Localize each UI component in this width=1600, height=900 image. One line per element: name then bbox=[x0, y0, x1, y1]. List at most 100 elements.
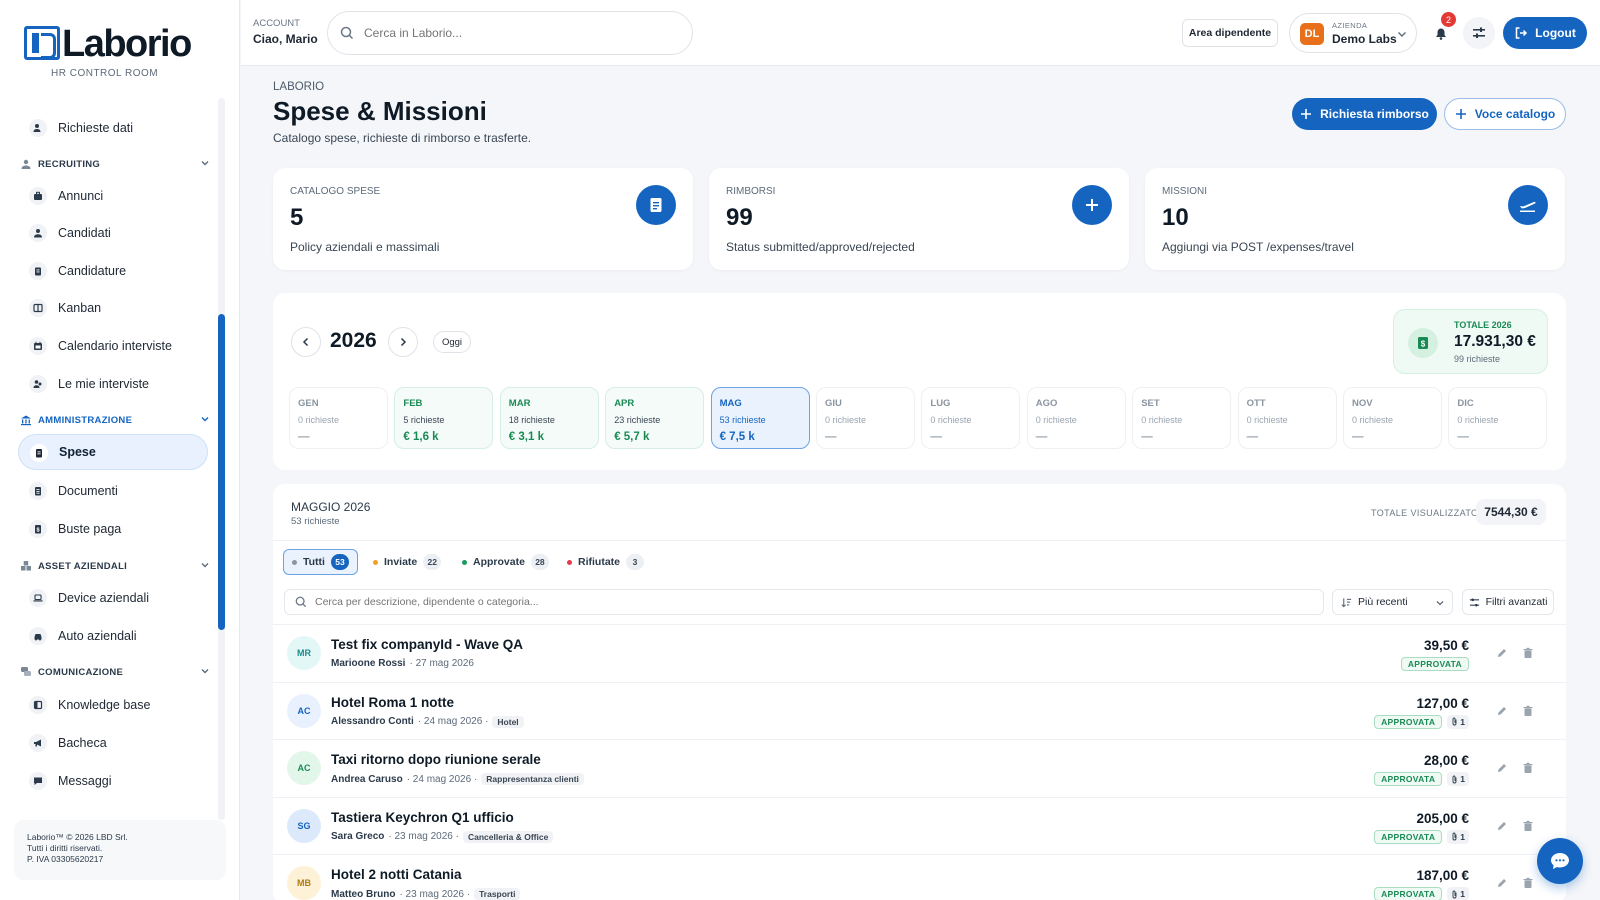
section-label: ASSET AZIENDALI bbox=[38, 560, 128, 572]
table-row[interactable]: AC Taxi ritorno dopo riunione serale Andre… bbox=[273, 739, 1566, 796]
month-name: OTT bbox=[1246, 398, 1266, 409]
edit-button[interactable] bbox=[1496, 877, 1510, 891]
attachments-badge[interactable]: 1 bbox=[1447, 829, 1469, 844]
sidebar: Laborio HR CONTROL ROOM Richieste dati R… bbox=[0, 0, 240, 900]
month-cell-mag[interactable]: MAG 53 richieste € 7,5 k bbox=[710, 387, 810, 449]
sidebar-item-documenti[interactable]: Documenti bbox=[18, 473, 208, 509]
attachments-badge[interactable]: 1 bbox=[1447, 772, 1469, 786]
employee-name: Sara Greco bbox=[331, 831, 385, 842]
trash-icon bbox=[1523, 762, 1533, 773]
table-row[interactable]: AC Hotel Roma 1 notte Alessandro Conti · 24… bbox=[273, 681, 1566, 739]
filter-rifiutate[interactable]: Rifiutate 3 bbox=[559, 549, 652, 575]
paperclip-icon bbox=[1452, 890, 1457, 898]
logout-button[interactable]: Logout bbox=[1503, 17, 1587, 49]
edit-button[interactable] bbox=[1496, 762, 1510, 776]
sidebar-item-messaggi[interactable]: Messaggi bbox=[18, 763, 208, 799]
year-total-box: $ TOTALE 2026 17.931,30 € 99 richieste bbox=[1393, 309, 1548, 374]
sidebar-item-candidature[interactable]: Candidature bbox=[18, 253, 208, 289]
sidebar-scrollbar-thumb[interactable] bbox=[218, 314, 225, 630]
edit-button[interactable] bbox=[1496, 820, 1510, 834]
table-row[interactable]: MB Hotel 2 notti Catania Matteo Bruno · 23 … bbox=[273, 854, 1566, 900]
sidebar-item-richieste-dati[interactable]: Richieste dati bbox=[18, 110, 208, 146]
sidebar-item-hidden[interactable] bbox=[18, 98, 208, 107]
sidebar-item-bacheca[interactable]: Bacheca bbox=[18, 725, 208, 761]
advanced-filters-button[interactable]: Filtri avanzati bbox=[1462, 589, 1554, 615]
edit-button[interactable] bbox=[1496, 705, 1510, 719]
filter-label: Approvate bbox=[473, 556, 525, 568]
attachments-badge[interactable]: 1 bbox=[1447, 887, 1469, 900]
sidebar-item-buste-paga[interactable]: $ Buste paga bbox=[18, 511, 208, 547]
delete-button[interactable] bbox=[1522, 877, 1536, 891]
category-tag: Hotel bbox=[492, 715, 524, 728]
stat-card-catalogo[interactable]: CATALOGO SPESE 5 Policy aziendali e mass… bbox=[273, 168, 693, 270]
brand-logo[interactable]: Laborio HR CONTROL ROOM bbox=[24, 24, 204, 84]
month-cell-set[interactable]: SET 0 richieste — bbox=[1132, 387, 1232, 449]
expense-date: · 24 mag 2026 · bbox=[417, 716, 489, 727]
filter-approvate[interactable]: Approvate 28 bbox=[454, 549, 557, 575]
delete-button[interactable] bbox=[1522, 705, 1536, 719]
prev-year-button[interactable] bbox=[291, 327, 321, 357]
month-cell-gen[interactable]: GEN 0 richieste — bbox=[289, 387, 388, 449]
section-amministrazione[interactable]: AMMINISTRAZIONE bbox=[20, 410, 210, 430]
global-search-input[interactable] bbox=[364, 26, 664, 40]
sidebar-item-kanban[interactable]: Kanban bbox=[18, 290, 208, 326]
filter-tutti[interactable]: Tutti 53 bbox=[283, 549, 358, 575]
stat-value: 5 bbox=[290, 204, 304, 231]
list-search-input[interactable] bbox=[315, 596, 1275, 608]
today-button[interactable]: Oggi bbox=[433, 331, 471, 353]
sort-select[interactable]: Più recenti bbox=[1332, 589, 1453, 615]
edit-button[interactable] bbox=[1496, 647, 1510, 661]
stat-card-rimborsi[interactable]: RIMBORSI 99 Status submitted/approved/re… bbox=[709, 168, 1129, 270]
month-cell-apr[interactable]: APR 23 richieste € 5,7 k bbox=[605, 387, 705, 449]
richiesta-rimborso-button[interactable]: Richiesta rimborso bbox=[1292, 98, 1437, 130]
sidebar-item-le-mie-interviste[interactable]: Le mie interviste bbox=[18, 366, 208, 402]
table-row[interactable]: SG Tastiera Keychron Q1 ufficio Sara Greco… bbox=[273, 796, 1566, 854]
voce-catalogo-button[interactable]: Voce catalogo bbox=[1444, 98, 1566, 130]
sidebar-item-knowledge-base[interactable]: Knowledge base bbox=[18, 687, 208, 723]
sidebar-item-auto-aziendali[interactable]: Auto aziendali bbox=[18, 618, 208, 654]
attachments-count: 1 bbox=[1460, 889, 1465, 899]
svg-text:$: $ bbox=[1421, 340, 1426, 349]
bell-icon bbox=[1436, 28, 1446, 40]
month-cell-nov[interactable]: NOV 0 richieste — bbox=[1343, 387, 1442, 449]
month-cell-feb[interactable]: FEB 5 richieste € 1,6 k bbox=[394, 387, 494, 449]
delete-button[interactable] bbox=[1522, 762, 1536, 776]
expense-amount: 127,00 € bbox=[1416, 695, 1469, 711]
section-asset-aziendali[interactable]: ASSET AZIENDALI bbox=[20, 556, 210, 576]
delete-button[interactable] bbox=[1522, 647, 1536, 661]
company-selector[interactable]: DL AZIENDA Demo Labs bbox=[1289, 13, 1417, 53]
global-search[interactable] bbox=[327, 11, 693, 55]
settings-button[interactable] bbox=[1463, 17, 1495, 49]
month-cell-mar[interactable]: MAR 18 richieste € 3,1 k bbox=[499, 387, 599, 449]
filter-inviate[interactable]: Inviate 22 bbox=[365, 549, 449, 575]
attachments-badge[interactable]: 1 bbox=[1447, 714, 1469, 729]
sidebar-item-annunci[interactable]: Annunci bbox=[18, 178, 208, 214]
chat-fab-button[interactable] bbox=[1537, 838, 1583, 884]
sidebar-item-label: Le mie interviste bbox=[58, 377, 150, 391]
list-subtitle: 53 richieste bbox=[291, 516, 340, 527]
month-cell-ott[interactable]: OTT 0 richieste — bbox=[1237, 387, 1337, 449]
sidebar-item-calendario-interviste[interactable]: Calendario interviste bbox=[18, 328, 208, 364]
filter-label: Tutti bbox=[303, 556, 325, 568]
area-dipendente-button[interactable]: Area dipendente bbox=[1182, 19, 1278, 47]
month-cell-giu[interactable]: GIU 0 richieste — bbox=[816, 387, 915, 449]
list-search[interactable] bbox=[284, 589, 1324, 615]
month-cell-lug[interactable]: LUG 0 richieste — bbox=[921, 387, 1021, 449]
section-comunicazione[interactable]: COMUNICAZIONE bbox=[20, 662, 210, 682]
pencil-icon bbox=[1498, 821, 1506, 830]
month-cell-dic[interactable]: DIC 0 richieste — bbox=[1448, 387, 1548, 449]
next-year-button[interactable] bbox=[388, 327, 418, 357]
stat-card-missioni[interactable]: MISSIONI 10 Aggiungi via POST /expenses/… bbox=[1145, 168, 1565, 270]
delete-button[interactable] bbox=[1522, 820, 1536, 834]
sidebar-item-label: Calendario interviste bbox=[58, 339, 172, 353]
table-row[interactable]: MR Test fix companyId - Wave QA Marioone R… bbox=[273, 624, 1566, 681]
sidebar-item-spese[interactable]: Spese bbox=[18, 434, 208, 470]
sidebar-item-device-aziendali[interactable]: Device aziendali bbox=[18, 580, 208, 616]
month-cell-ago[interactable]: AGO 0 richieste — bbox=[1026, 387, 1126, 449]
sidebar-item-candidati[interactable]: Candidati bbox=[18, 215, 208, 251]
avatar: AC bbox=[287, 693, 321, 728]
section-recruiting[interactable]: RECRUITING bbox=[20, 154, 210, 174]
logo-mark-icon bbox=[24, 26, 60, 60]
sidebar-item-label: Annunci bbox=[58, 189, 104, 203]
month-count: 18 richieste bbox=[508, 415, 555, 425]
